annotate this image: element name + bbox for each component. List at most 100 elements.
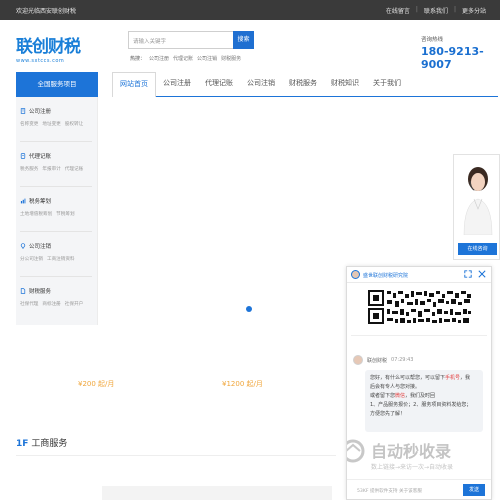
logo-url: www.sxtccs.com: [16, 58, 65, 64]
loading-indicator: [246, 306, 252, 312]
top-link-message[interactable]: 在线留言: [386, 6, 410, 15]
sidebar-group-label: 财税服务: [29, 289, 52, 295]
nav-item-home[interactable]: 网站首页: [112, 72, 156, 97]
watermark-overlay: 自动秒收录 数上链接→来访一次→自动收录: [347, 439, 453, 471]
sidebar-link[interactable]: 地址变更: [42, 121, 60, 127]
search-button[interactable]: 搜索: [233, 31, 254, 49]
welcome-text: 欢迎光临西安联创财税: [16, 8, 77, 15]
agent-avatar: [353, 355, 363, 365]
watermark-sub: 数上链接→来访一次→自动收录: [371, 463, 453, 471]
sidebar-group-bookkeeping: 代理记账 税务服务 年报审计 代理记账: [16, 142, 98, 187]
divider: |: [453, 6, 456, 13]
hot-search-item[interactable]: 财税服务: [221, 55, 241, 62]
top-links: 在线留言 | 联系我们 | 更多分站: [386, 6, 486, 15]
message-line: 或者留下您微信，我们及时回: [370, 393, 436, 399]
sidebar-group-title[interactable]: 代理记账: [20, 152, 98, 160]
divider: |: [415, 6, 418, 13]
hotline-number[interactable]: 180-9213-9007: [421, 45, 500, 71]
message-line: 方便您先了解！: [370, 411, 406, 417]
message-time: 07:29:43: [391, 357, 414, 363]
sidebar-link[interactable]: 节税筹划: [56, 211, 74, 217]
price-label: ¥200 起/月: [78, 380, 115, 388]
page: 欢迎光临西安联创财税 在线留言 | 联系我们 | 更多分站 联创财税 www.s…: [0, 0, 500, 500]
logo-text: 联创财税: [16, 37, 81, 57]
expand-icon[interactable]: [464, 270, 472, 278]
hot-search-item[interactable]: 代理记账: [173, 55, 193, 62]
sidebar-link[interactable]: 年报审计: [42, 166, 60, 172]
nav-item-tax-knowledge[interactable]: 财税知识: [324, 72, 366, 97]
sidebar-group-deregistration: 公司注销 分公司注销 工商注销资料: [16, 232, 98, 277]
hot-search-item[interactable]: 公司注销: [197, 55, 217, 62]
sidebar-group-label: 代理记账: [29, 154, 52, 160]
nav-item-bookkeeping[interactable]: 代理记账: [198, 72, 240, 97]
site-logo[interactable]: 联创财税 www.sxtccs.com: [16, 32, 94, 64]
sidebar-link[interactable]: 税务服务: [20, 166, 38, 172]
divider: [16, 455, 336, 456]
hot-search-item[interactable]: 公司注册: [149, 55, 169, 62]
sidebar-links: 税务服务 年报审计 代理记账: [20, 166, 98, 172]
message-header: 联创财税 07:29:43: [353, 355, 413, 365]
qr-code: [367, 289, 473, 325]
sidebar-links: 土地增值税筹划 节税筹划: [20, 211, 98, 217]
message-line: 您好，有什么可以帮您，可以留下手机号，我: [370, 375, 471, 381]
ledger-icon: [20, 153, 26, 159]
service-sidebar: 公司注册 名称变更 地址变更 股权转让 代理记账 税务服务 年报审计 代理记账: [16, 97, 98, 325]
sidebar-link[interactable]: 代理记账: [65, 166, 83, 172]
nav-item-registration[interactable]: 公司注册: [156, 72, 198, 97]
hot-search-label: 热搜：: [130, 56, 146, 62]
sidebar-link[interactable]: 社保开户: [65, 301, 83, 307]
sidebar-links: 分公司注销 工商注销资料: [20, 256, 98, 262]
nav-item-tax-services[interactable]: 财税服务: [282, 72, 324, 97]
sidebar-group-title[interactable]: 公司注销: [20, 242, 98, 250]
sidebar-link[interactable]: 社保代理: [20, 301, 38, 307]
top-link-branches[interactable]: 更多分站: [462, 6, 486, 15]
send-button[interactable]: 发送: [463, 484, 485, 496]
sidebar-group-title[interactable]: 税务筹划: [20, 197, 98, 205]
sidebar-group-tax-services: 财税服务 社保代理 商标注册 社保开户: [16, 277, 98, 322]
highlight-text: 微信: [395, 393, 406, 399]
main-nav: 网站首页 公司注册 代理记账 公司注销 财税服务 财税知识 关于我们: [112, 72, 498, 97]
price-label: ¥1200 起/月: [222, 380, 263, 388]
chat-header: 盛世联创财税研究院: [347, 267, 491, 283]
highlight-text: 手机号: [445, 375, 461, 381]
chat-title: 盛世联创财税研究院: [363, 273, 409, 279]
chart-icon: [20, 198, 26, 204]
sidebar-link[interactable]: 名称变更: [20, 121, 38, 127]
sidebar-group-title[interactable]: 公司注册: [20, 107, 98, 115]
sidebar-link[interactable]: 股权转让: [65, 121, 83, 127]
hotline: 咨询热线 180-9213-9007: [421, 35, 500, 71]
sidebar-links: 社保代理 商标注册 社保开户: [20, 301, 98, 307]
nav-item-about[interactable]: 关于我们: [366, 72, 408, 97]
divider: [351, 335, 487, 336]
sidebar-group-label: 公司注销: [29, 244, 52, 250]
chat-controls: [464, 270, 486, 278]
sidebar-group-label: 公司注册: [29, 109, 52, 115]
sidebar-link[interactable]: 分公司注销: [20, 256, 43, 262]
watermark-main: 自动秒收录: [371, 442, 451, 461]
sidebar-link[interactable]: 商标注册: [42, 301, 60, 307]
all-services-button[interactable]: 全国服务项目: [16, 72, 98, 97]
sidebar-group-label: 税务筹划: [29, 199, 52, 205]
close-icon[interactable]: [478, 270, 486, 278]
sidebar-link[interactable]: 土地增值税筹划: [20, 211, 52, 217]
online-consult-button[interactable]: 在线咨询: [458, 243, 497, 255]
building-icon: [20, 108, 26, 114]
top-link-contact[interactable]: 联系我们: [424, 6, 448, 15]
message-line: 后会有专人与您对接。: [370, 384, 421, 390]
floor-number: 1F: [16, 439, 29, 449]
sidebar-group-registration: 公司注册 名称变更 地址变更 股权转让: [16, 97, 98, 142]
sidebar-links: 名称变更 地址变更 股权转让: [20, 121, 98, 127]
hot-search: 热搜： 公司注册 代理记账 公司注销 财税服务: [130, 55, 241, 62]
chat-footer: 53KF 提供软件支持 关于该客服 发送: [347, 479, 491, 499]
search-input[interactable]: 请输入关键字: [128, 31, 233, 49]
nav-item-deregistration[interactable]: 公司注销: [240, 72, 282, 97]
sidebar-link[interactable]: 工商注销资料: [47, 256, 75, 262]
sidebar-group-tax-planning: 税务筹划 土地增值税筹划 节税筹划: [16, 187, 98, 232]
message-line: 1、产品服务报价；2、服务项目资料发给您；: [370, 402, 472, 408]
top-bar: 欢迎光临西安联创财税 在线留言 | 联系我们 | 更多分站: [0, 0, 500, 20]
section-title: 工商服务: [31, 439, 68, 449]
sidebar-group-title[interactable]: 财税服务: [20, 287, 98, 295]
hotline-label: 咨询热线: [421, 37, 444, 43]
chat-widget: 盛世联创财税研究院 联创财税 07:29:43 您好，有什么可以帮您，可以留下手…: [346, 266, 492, 500]
content-strip: [102, 486, 332, 500]
